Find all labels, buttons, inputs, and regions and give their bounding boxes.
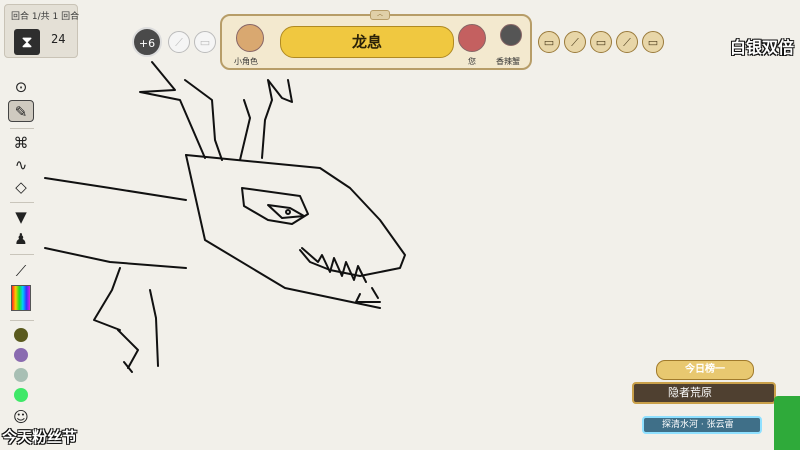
chat-reaction-icon[interactable]: ▭ bbox=[194, 31, 216, 53]
color-swatch-sage[interactable] bbox=[14, 368, 28, 382]
drawing-toolbar: ⊙ ✎ ⌘ ∿ ◇ ▼ ♟ ⟋ ☺ bbox=[8, 70, 36, 426]
word-panel: ︿ 小角色 龙息 您 香辣蟹 bbox=[220, 10, 532, 70]
avatar-left-player[interactable] bbox=[236, 24, 264, 52]
brush-reaction-icon[interactable]: ⟋ bbox=[168, 31, 190, 53]
crab-player-name: 香辣蟹 bbox=[496, 57, 520, 66]
players-bar: +6 ⟋ ▭ ︿ 小角色 龙息 您 香辣蟹 ▭ ⟋ ▭ ⟋ ▭ bbox=[130, 10, 670, 70]
chat-reaction-icon[interactable]: ▭ bbox=[590, 31, 612, 53]
squiggle-icon[interactable]: ∿ bbox=[8, 154, 34, 176]
green-pen-button[interactable] bbox=[774, 396, 800, 450]
color-swatch-purple[interactable] bbox=[14, 348, 28, 362]
color-spectrum-picker[interactable] bbox=[11, 285, 31, 311]
toolbar-divider bbox=[10, 254, 34, 255]
eyedropper-icon[interactable]: ⟋ bbox=[8, 260, 34, 282]
round-label: 回合 1/共 1 回合 bbox=[11, 12, 80, 22]
toolbar-divider bbox=[10, 128, 34, 129]
chat-reaction-icon[interactable]: ▭ bbox=[642, 31, 664, 53]
eraser-icon[interactable]: ◇ bbox=[8, 176, 34, 198]
chat-reaction-icon[interactable]: ▭ bbox=[538, 31, 560, 53]
toolbar-divider bbox=[10, 202, 34, 203]
double-silver-overlay: 白银双倍 bbox=[729, 38, 794, 57]
color-swatch-olive[interactable] bbox=[14, 328, 28, 342]
leaderboard-first: 隐者荒原 bbox=[632, 382, 776, 404]
avatar-crab-player[interactable] bbox=[500, 24, 522, 46]
leaderboard-second: 探清水河 · 张云雷 bbox=[642, 416, 762, 434]
timer-value: 24 bbox=[51, 32, 66, 46]
round-panel: 回合 1/共 1 回合 ⧗ 24 bbox=[4, 4, 80, 58]
hourglass-icon: ⧗ bbox=[14, 29, 40, 55]
palette-icon[interactable]: ☺ bbox=[8, 406, 34, 428]
shape-tool-icon[interactable]: ⌘ bbox=[8, 132, 34, 154]
dot-brush-icon[interactable]: ⊙ bbox=[8, 76, 34, 98]
panel-collapse-icon[interactable]: ︿ bbox=[370, 10, 390, 20]
you-player-name: 您 bbox=[468, 57, 476, 66]
answer-word: 龙息 bbox=[280, 26, 454, 58]
avatar-you[interactable] bbox=[458, 24, 486, 52]
brush-reaction-icon[interactable]: ⟋ bbox=[564, 31, 586, 53]
fill-bucket-icon[interactable]: ▼ bbox=[8, 206, 34, 228]
pen-icon[interactable]: ✎ bbox=[8, 100, 34, 122]
brush-reaction-icon[interactable]: ⟋ bbox=[616, 31, 638, 53]
left-player-name: 小角色 bbox=[234, 57, 258, 66]
stamp-icon[interactable]: ♟ bbox=[8, 228, 34, 250]
fan-day-overlay: 今天粉丝节 bbox=[2, 428, 78, 446]
bonus-badge: +6 bbox=[132, 27, 162, 57]
leaderboard-title: 今日榜一 bbox=[656, 360, 754, 380]
leaderboard-widget[interactable]: 今日榜一 隐者荒原 探清水河 · 张云雷 bbox=[630, 358, 782, 442]
toolbar-divider bbox=[10, 320, 34, 321]
color-swatch-green[interactable] bbox=[14, 388, 28, 402]
